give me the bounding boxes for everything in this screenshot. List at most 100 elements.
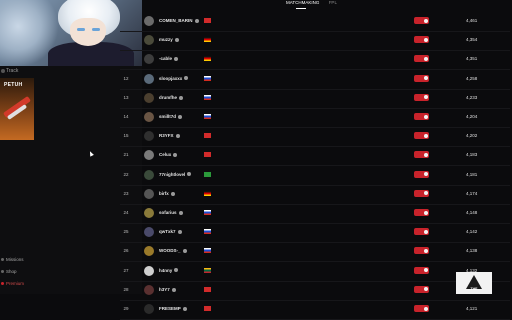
country-flag-icon — [204, 210, 211, 215]
table-row[interactable]: 28 h3Y7 4,128 — [120, 281, 510, 301]
table-row[interactable]: 14 smillt7d 4,204 — [120, 108, 510, 128]
tab-matchmaking[interactable]: MATCHMAKING — [286, 0, 319, 5]
country-flag-icon — [204, 286, 211, 292]
country-flag-icon — [204, 133, 211, 139]
table-row[interactable]: 13 drumfhe 4,233 — [120, 89, 510, 109]
avatar[interactable] — [144, 16, 154, 26]
player-name[interactable]: muzzy — [159, 37, 179, 42]
avatar[interactable] — [144, 112, 154, 122]
table-row[interactable]: 23 birfx 4,174 — [120, 185, 510, 205]
country-flag-icon — [204, 248, 211, 254]
leaderboard-tabs: MATCHMAKING FPL — [286, 0, 345, 5]
player-name[interactable]: drumfhe — [159, 95, 183, 100]
badge-dot — [424, 152, 428, 157]
player-name[interactable]: FRESEMP — [159, 306, 187, 311]
avatar[interactable] — [144, 265, 154, 276]
table-row[interactable]: muzzy 4,354 — [120, 31, 510, 52]
player-name-text: h4nny — [159, 267, 173, 273]
country-flag-icon — [204, 152, 211, 158]
avatar[interactable] — [144, 284, 154, 295]
event-poster[interactable]: PETUH — [0, 78, 34, 140]
player-name[interactable]: -cable — [159, 56, 179, 61]
avatar[interactable] — [144, 188, 154, 199]
level-badge — [414, 228, 429, 236]
player-name-text: muzzy — [159, 37, 173, 43]
table-row[interactable]: 26 WOODS-_ 4,138 — [120, 242, 510, 263]
player-name-text: R3YFX — [159, 133, 174, 139]
player-name[interactable]: R3YFX — [159, 133, 180, 138]
badge-dot — [424, 210, 428, 215]
track-label[interactable]: Track — [6, 68, 18, 74]
avatar[interactable] — [144, 92, 154, 103]
verified-icon — [179, 95, 183, 100]
player-name[interactable]: 77nightlovel — [159, 171, 192, 177]
avatar[interactable] — [144, 169, 154, 180]
menu-item-shop[interactable]: Shop — [6, 269, 17, 274]
player-name[interactable]: qwTxk7 — [159, 229, 182, 234]
badge-dot — [424, 56, 428, 61]
avatar[interactable] — [144, 35, 154, 46]
player-name[interactable]: Celux — [159, 152, 178, 157]
verified-icon — [170, 191, 175, 196]
player-name[interactable]: birfx — [159, 191, 175, 196]
menu-item-premium[interactable]: Premium — [6, 281, 24, 286]
elo-score: 4,148 — [466, 210, 478, 215]
elo-score: 4,174 — [466, 190, 478, 196]
badge-dot — [424, 191, 428, 196]
level-badge — [414, 247, 429, 255]
stream-character-eye — [77, 28, 85, 31]
player-name[interactable]: smillt7d — [159, 114, 183, 119]
elo-score: 4,202 — [466, 133, 478, 139]
level-badge — [414, 209, 429, 216]
active-tab-indicator — [296, 8, 306, 9]
table-row[interactable]: -cable 4,351 — [120, 50, 510, 71]
badge-dot — [424, 133, 428, 138]
player-name-text: 77nightlovel — [159, 171, 186, 177]
avatar[interactable] — [144, 73, 154, 84]
badge-dot — [424, 114, 428, 119]
player-name-text: h3Y7 — [159, 286, 170, 292]
rank-number: 21 — [123, 152, 129, 158]
avatar[interactable] — [144, 54, 154, 65]
table-row[interactable]: 22 77nightlovel 4,181 — [120, 166, 510, 186]
table-row[interactable]: COMEN_BARIN 4,461 — [120, 12, 510, 32]
menu-item-missions[interactable]: Missions — [6, 257, 24, 262]
avatar[interactable] — [144, 246, 154, 257]
table-row[interactable]: 25 qwTxk7 4,142 — [120, 223, 510, 244]
verified-icon — [175, 134, 180, 138]
level-badge — [414, 305, 429, 312]
avatar[interactable] — [144, 304, 154, 314]
player-name[interactable]: h3Y7 — [159, 287, 176, 292]
table-row[interactable]: 27 h4nny 4,132 — [120, 262, 510, 282]
badge-dot — [424, 95, 428, 100]
rank-number: 24 — [123, 210, 129, 215]
player-name[interactable]: h4nny — [159, 267, 179, 273]
verified-icon — [178, 114, 183, 119]
table-row[interactable]: 15 R3YFX 4,202 — [120, 127, 510, 148]
rank-number: 26 — [123, 248, 129, 254]
verified-icon — [184, 76, 189, 81]
avatar[interactable] — [144, 131, 154, 142]
elo-score: 4,258 — [466, 75, 478, 81]
table-row[interactable]: 24 sofarius 4,148 — [120, 204, 510, 224]
verified-icon — [194, 18, 199, 23]
rank-number: 13 — [123, 94, 129, 100]
player-name[interactable]: COMEN_BARIN — [159, 18, 199, 23]
table-row[interactable]: 12 sloopjaxxx 4,258 — [120, 70, 510, 90]
tab-fpl[interactable]: FPL — [329, 0, 337, 5]
avatar[interactable] — [144, 227, 154, 238]
rank-number: 28 — [123, 286, 129, 292]
player-name[interactable]: sofarius — [159, 210, 183, 215]
brand-logo: THE — [456, 272, 492, 294]
player-name-text: drumfhe — [159, 94, 177, 100]
player-name[interactable]: WOODS-_ — [159, 248, 187, 253]
table-row[interactable]: 21 Celux 4,183 — [120, 146, 510, 167]
avatar[interactable] — [144, 150, 154, 161]
elo-score: 4,461 — [466, 18, 478, 23]
avatar[interactable] — [144, 208, 154, 218]
country-flag-icon — [204, 94, 211, 100]
player-name[interactable]: sloopjaxxx — [159, 76, 189, 81]
table-row[interactable]: 29 FRESEMP 4,121 — [120, 300, 510, 320]
verified-icon — [174, 268, 179, 273]
country-flag-icon — [204, 306, 211, 311]
